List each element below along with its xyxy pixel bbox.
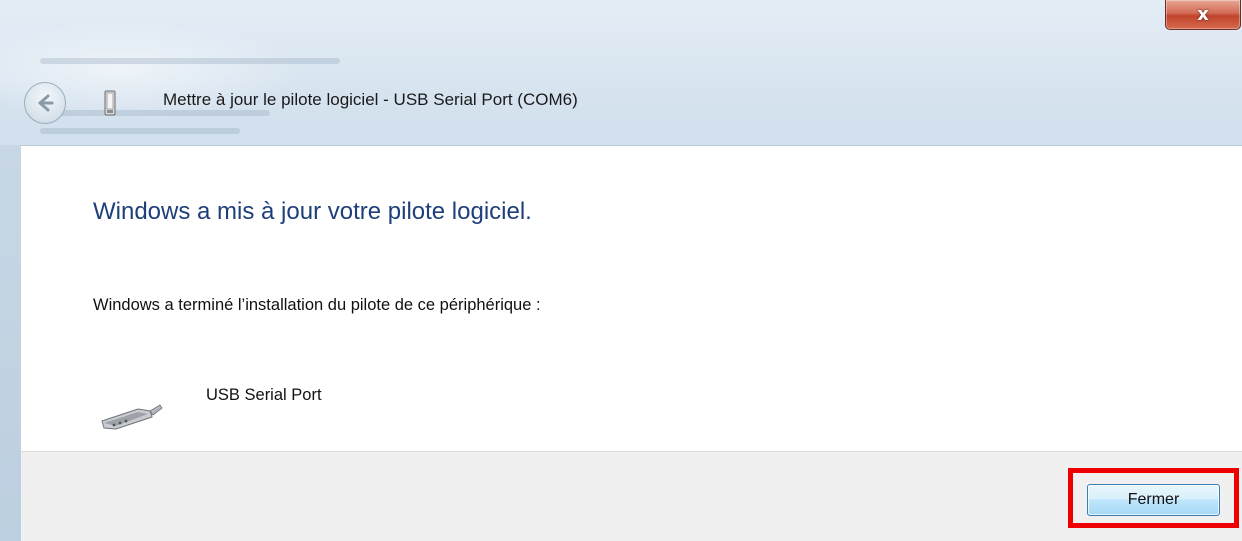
usb-device-icon bbox=[104, 90, 116, 116]
back-button[interactable] bbox=[24, 82, 66, 124]
highlight-box bbox=[1068, 468, 1239, 528]
background-blur bbox=[40, 110, 270, 116]
dialog-footer bbox=[21, 451, 1242, 541]
window-title: Mettre à jour le pilote logiciel - USB S… bbox=[163, 90, 578, 109]
usb-connector-icon bbox=[101, 404, 163, 430]
background-blur bbox=[40, 128, 240, 134]
device-name: USB Serial Port bbox=[206, 386, 322, 404]
background-blur bbox=[40, 58, 340, 64]
back-arrow-icon bbox=[38, 94, 54, 112]
dialog-content: Windows a mis à jour votre pilote logici… bbox=[21, 145, 1242, 451]
close-button[interactable]: x bbox=[1165, 0, 1241, 30]
status-message: Windows a terminé l’installation du pilo… bbox=[93, 296, 541, 314]
close-icon: x bbox=[1197, 4, 1209, 25]
page-title: Windows a mis à jour votre pilote logici… bbox=[93, 198, 532, 225]
frame-left-border bbox=[0, 145, 21, 541]
